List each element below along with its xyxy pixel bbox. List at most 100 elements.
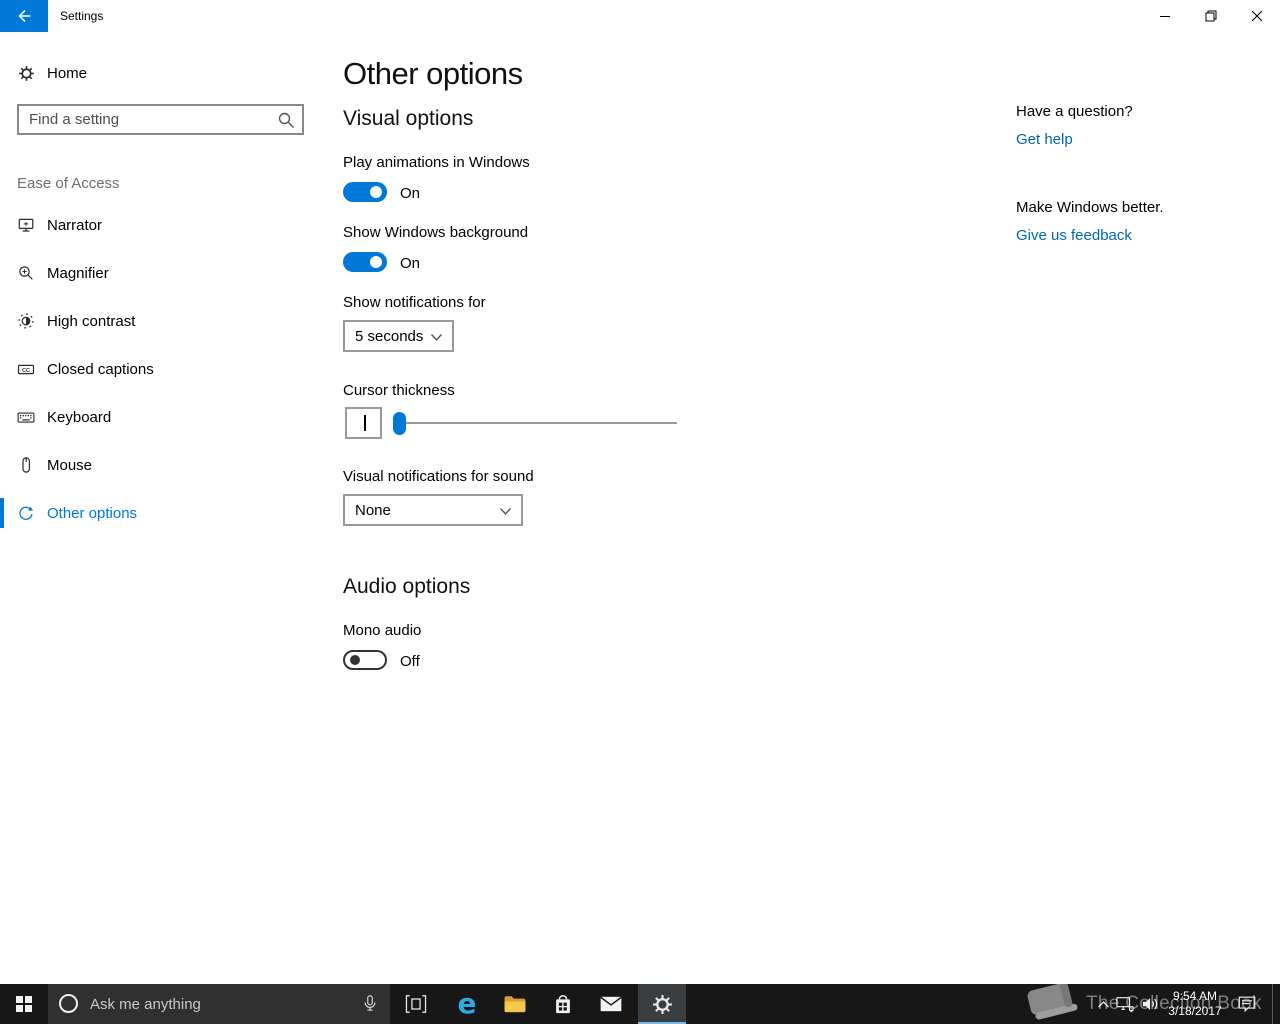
show-desktop-button[interactable] xyxy=(1272,984,1280,1024)
play-animations-label: Play animations in Windows xyxy=(343,154,530,171)
settings-taskbar-button[interactable] xyxy=(638,984,686,1024)
chevron-up-icon xyxy=(1097,1000,1110,1009)
sidebar-item-high-contrast[interactable]: High contrast xyxy=(0,303,330,339)
window-title: Settings xyxy=(60,9,104,23)
closed-captions-icon: CC xyxy=(17,360,35,378)
have-a-question-heading: Have a question? xyxy=(1016,103,1133,120)
visual-options-heading: Visual options xyxy=(343,107,474,130)
mono-audio-toggle[interactable] xyxy=(343,650,387,670)
task-view-icon xyxy=(405,994,427,1014)
keyboard-icon xyxy=(17,408,35,426)
cursor-thickness-preview xyxy=(345,407,382,439)
high-contrast-icon xyxy=(17,312,35,330)
cursor-thickness-slider[interactable] xyxy=(393,410,677,436)
clock-time: 9:54 AM xyxy=(1172,989,1218,1003)
notifications-dropdown-value: 5 seconds xyxy=(355,327,424,345)
tray-clock[interactable]: 9:54 AM 3/18/2017 xyxy=(1160,989,1230,1019)
windows-logo-icon xyxy=(16,996,32,1012)
file-explorer-icon xyxy=(503,994,527,1014)
make-windows-better-heading: Make Windows better. xyxy=(1016,199,1164,216)
narrator-icon xyxy=(17,216,35,234)
sidebar-item-label: Magnifier xyxy=(47,264,109,282)
settings-search-box[interactable] xyxy=(17,104,304,135)
clock-date: 3/18/2017 xyxy=(1168,1004,1222,1018)
play-animations-toggle[interactable] xyxy=(343,182,387,202)
notifications-dropdown[interactable]: 5 seconds xyxy=(343,320,454,352)
mouse-icon xyxy=(17,456,35,474)
sidebar-item-closed-captions[interactable]: CC Closed captions xyxy=(0,351,330,387)
sidebar-item-label: Mouse xyxy=(47,456,93,474)
get-help-link[interactable]: Get help xyxy=(1016,131,1073,148)
cursor-preview-line xyxy=(364,415,366,431)
settings-gear-icon xyxy=(652,994,673,1015)
magnifier-icon xyxy=(17,264,35,282)
tray-show-hidden-icons-button[interactable] xyxy=(1094,984,1112,1024)
titlebar: Settings xyxy=(0,0,1280,32)
sidebar-item-label: High contrast xyxy=(47,312,136,330)
slider-track[interactable] xyxy=(393,422,677,424)
visual-notifications-dropdown[interactable]: None xyxy=(343,494,523,526)
give-us-feedback-link[interactable]: Give us feedback xyxy=(1016,227,1132,244)
edge-icon: e xyxy=(457,987,477,1020)
visual-notifications-label: Visual notifications for sound xyxy=(343,468,534,485)
start-button[interactable] xyxy=(0,984,48,1024)
slider-thumb[interactable] xyxy=(393,412,406,435)
sidebar-item-label: Closed captions xyxy=(47,360,154,378)
network-tray-icon[interactable] xyxy=(1112,984,1138,1024)
restore-button[interactable] xyxy=(1188,0,1234,32)
sidebar-item-narrator[interactable]: Narrator xyxy=(0,207,330,243)
store-button[interactable] xyxy=(539,984,587,1024)
minimize-button[interactable] xyxy=(1142,0,1188,32)
show-background-label: Show Windows background xyxy=(343,224,529,241)
cortana-search-input[interactable] xyxy=(90,984,360,1024)
watermark-book-icon xyxy=(1022,984,1082,1024)
sidebar-item-home[interactable]: Home xyxy=(0,55,330,91)
microphone-icon[interactable] xyxy=(358,992,382,1016)
settings-search-input[interactable] xyxy=(19,106,302,133)
task-view-button[interactable] xyxy=(394,984,438,1024)
cortana-icon xyxy=(59,994,78,1013)
page-title: Other options xyxy=(343,56,523,91)
sidebar-item-magnifier[interactable]: Magnifier xyxy=(0,255,330,291)
settings-window: Settings Home Find a setting Ease of Acc… xyxy=(0,0,1280,1024)
selected-indicator xyxy=(0,498,4,528)
close-icon xyxy=(1251,10,1263,22)
sidebar-item-label: Narrator xyxy=(47,216,103,234)
toggle-knob xyxy=(370,186,382,198)
close-button[interactable] xyxy=(1234,0,1280,32)
mail-button[interactable] xyxy=(587,984,635,1024)
sidebar: Home Ease of Access Narrator Magni xyxy=(0,32,330,984)
gear-icon xyxy=(17,64,35,82)
svg-text:CC: CC xyxy=(22,367,30,373)
store-icon xyxy=(552,992,574,1016)
minimize-icon xyxy=(1160,15,1170,17)
action-center-button[interactable] xyxy=(1232,984,1262,1024)
cortana-search-box[interactable] xyxy=(48,984,390,1024)
mono-audio-state: Off xyxy=(400,653,420,670)
action-center-icon xyxy=(1237,994,1257,1014)
taskbar: The Collection Book e xyxy=(0,984,1280,1024)
mono-audio-label: Mono audio xyxy=(343,622,422,639)
play-animations-state: On xyxy=(400,185,421,202)
sidebar-item-other-options[interactable]: Other options xyxy=(0,495,330,531)
cursor-thickness-label: Cursor thickness xyxy=(343,382,455,399)
mail-icon xyxy=(599,995,623,1013)
edge-browser-button[interactable]: e xyxy=(443,984,491,1024)
sidebar-item-label: Other options xyxy=(47,504,138,522)
notifications-label: Show notifications for xyxy=(343,294,486,311)
file-explorer-button[interactable] xyxy=(491,984,539,1024)
visual-notifications-dropdown-value: None xyxy=(355,501,391,519)
audio-options-heading: Audio options xyxy=(343,575,471,598)
sidebar-item-mouse[interactable]: Mouse xyxy=(0,447,330,483)
back-arrow-icon xyxy=(15,7,33,25)
chevron-down-icon xyxy=(430,333,443,342)
show-background-toggle[interactable] xyxy=(343,252,387,272)
sidebar-home-label: Home xyxy=(47,64,88,82)
search-icon[interactable] xyxy=(276,110,296,130)
chevron-down-icon xyxy=(499,507,512,516)
other-options-icon xyxy=(17,504,35,522)
show-background-state: On xyxy=(400,255,421,272)
sidebar-section-label: Ease of Access xyxy=(17,175,120,192)
back-button[interactable] xyxy=(0,0,48,32)
sidebar-item-keyboard[interactable]: Keyboard xyxy=(0,399,330,435)
